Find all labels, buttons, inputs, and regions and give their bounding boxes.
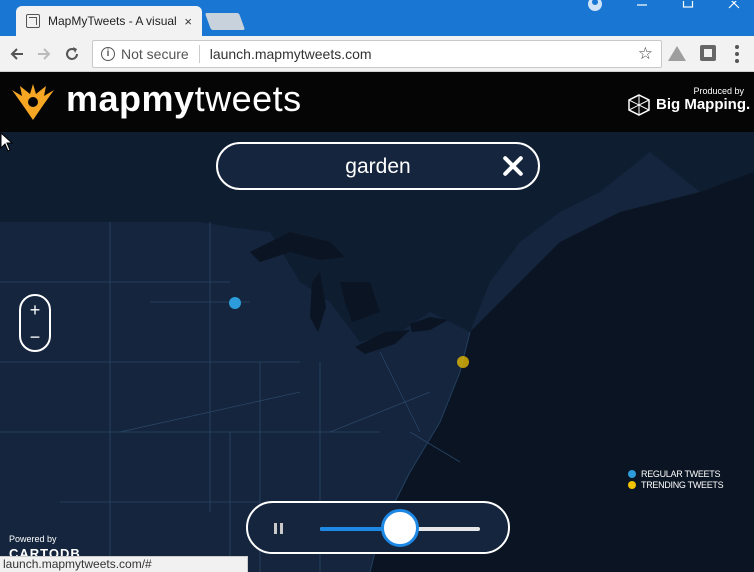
browser-menu-icon[interactable] — [735, 45, 739, 63]
minimize-button[interactable] — [622, 0, 662, 12]
drive-extension-icon[interactable] — [668, 46, 686, 61]
regular-tweet-marker[interactable] — [229, 297, 241, 309]
browser-tab[interactable]: MapMyTweets - A visual × — [16, 6, 202, 36]
mouse-cursor-icon — [0, 132, 14, 152]
search-box[interactable]: garden — [216, 142, 540, 190]
logo-light-text: tweets — [194, 78, 302, 119]
legend-regular: REGULAR TWEETS — [628, 468, 723, 479]
trending-tweet-marker[interactable] — [457, 356, 469, 368]
back-arrow-icon[interactable] — [7, 44, 27, 64]
close-window-button[interactable] — [714, 0, 754, 12]
security-label[interactable]: Not secure — [121, 46, 189, 62]
pause-icon[interactable] — [274, 523, 283, 534]
address-bar[interactable]: i Not secure launch.mapmytweets.com ☆ — [92, 40, 662, 68]
producer-name[interactable]: Big Mapping. — [656, 96, 750, 113]
new-tab-button[interactable] — [204, 13, 246, 30]
profile-icon[interactable] — [588, 0, 602, 11]
forward-arrow-icon[interactable] — [34, 44, 54, 64]
timeline-player — [246, 501, 510, 554]
legend-regular-label: REGULAR TWEETS — [641, 468, 721, 479]
browser-toolbar: i Not secure launch.mapmytweets.com ☆ — [0, 36, 754, 72]
bookmark-star-icon[interactable]: ☆ — [638, 44, 653, 64]
page-favicon-icon — [26, 14, 40, 28]
omnibox-divider — [198, 45, 200, 63]
site-header: mapmytweets Produced by Big Mapping. — [0, 72, 754, 132]
logo-bold-text: mapmy — [66, 78, 195, 119]
clear-search-icon[interactable] — [502, 154, 524, 176]
powered-by-label: Powered by — [9, 534, 57, 544]
legend-trending: TRENDING TWEETS — [628, 479, 724, 490]
zoom-out-button[interactable]: − — [21, 324, 49, 350]
tweet-map[interactable]: garden + − REGULAR TWEETS TRENDING TWEET… — [0, 132, 754, 572]
trending-dot-icon — [628, 480, 636, 489]
extension-icon[interactable] — [700, 45, 716, 61]
timeline-slider[interactable] — [320, 509, 480, 547]
legend-trending-label: TRENDING TWEETS — [641, 479, 724, 490]
tab-title: MapMyTweets - A visual — [48, 14, 176, 28]
reload-icon[interactable] — [62, 44, 82, 64]
tab-close-icon[interactable]: × — [184, 14, 192, 29]
info-icon[interactable]: i — [101, 47, 115, 61]
logo-wordmark[interactable]: mapmytweets — [66, 78, 302, 120]
logo-bird-icon — [12, 84, 54, 120]
zoom-control: + − — [19, 294, 51, 352]
url-text[interactable]: launch.mapmytweets.com — [210, 46, 372, 62]
map-legend: REGULAR TWEETS TRENDING TWEETS — [628, 468, 724, 490]
maximize-button[interactable] — [668, 0, 708, 12]
timeline-thumb[interactable] — [381, 509, 419, 547]
regular-dot-icon — [628, 469, 636, 478]
big-mapping-logo-icon — [628, 94, 650, 116]
browser-titlebar: MapMyTweets - A visual × — [0, 0, 754, 36]
produced-by-label: Produced by — [693, 86, 744, 96]
zoom-in-button[interactable]: + — [21, 297, 49, 323]
search-query[interactable]: garden — [218, 155, 538, 179]
status-bar-url: launch.mapmytweets.com/# — [0, 556, 248, 572]
